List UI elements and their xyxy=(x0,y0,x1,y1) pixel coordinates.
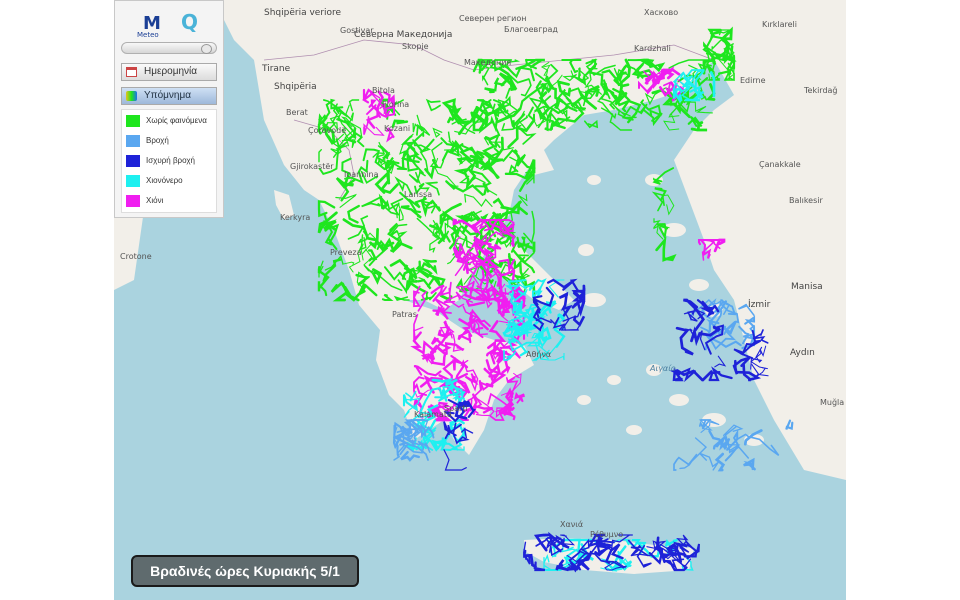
map-label: Kerkyra xyxy=(280,213,311,222)
road-rain xyxy=(724,429,740,462)
legend-icon xyxy=(126,91,137,101)
map-label: Çanakkale xyxy=(759,160,801,169)
date-button[interactable]: Ημερομηνία xyxy=(121,63,217,81)
road-no-phenomena xyxy=(651,191,665,212)
island-shape xyxy=(587,175,601,185)
map-caption: Βραδινές ώρες Κυριακής 5/1 xyxy=(131,555,359,587)
island-shape xyxy=(577,395,591,405)
map-label: Χανιά xyxy=(560,520,584,529)
road-rain xyxy=(400,450,420,462)
road-heavy-rain xyxy=(443,449,467,471)
partner-logo-icon: Q xyxy=(181,10,199,34)
island-shape xyxy=(689,279,709,291)
slider-thumb[interactable] xyxy=(201,44,212,54)
road-no-phenomena xyxy=(663,112,680,131)
meteo-logo: M Meteo Q xyxy=(121,5,217,39)
map-label: Gostivar xyxy=(340,26,374,35)
legend-item: Βροχή xyxy=(126,134,216,148)
map-label: Aydın xyxy=(790,348,815,358)
map-label: Muğla xyxy=(820,398,845,407)
legend-swatch xyxy=(126,195,140,207)
map-label: Македония xyxy=(464,58,512,67)
legend-button[interactable]: Υπόμνημα xyxy=(121,87,217,105)
road-no-phenomena xyxy=(655,236,677,262)
map-label: Sparti xyxy=(444,404,468,413)
road-rain xyxy=(699,452,719,471)
map-label: Shqipëria veriore xyxy=(264,8,342,18)
road-snow xyxy=(514,392,525,404)
legend-item: Χωρίς φαινόμενα xyxy=(126,114,216,128)
map-label: Florina xyxy=(382,100,410,109)
map-label: Bitola xyxy=(372,86,395,95)
legend-button-label: Υπόμνημα xyxy=(144,90,191,101)
legend-item: Χιόνι xyxy=(126,194,216,208)
island-shape xyxy=(607,375,621,385)
map-label: Северен регион xyxy=(459,14,527,23)
map-label: İzmir xyxy=(748,300,771,310)
calendar-icon xyxy=(126,67,137,77)
control-panel: M Meteo Q Ημερομηνία Υπόμνημα Χωρίς φαιν… xyxy=(114,0,224,218)
meteo-logo-text: Meteo xyxy=(137,31,159,39)
road-no-phenomena xyxy=(318,260,324,278)
road-rain xyxy=(743,457,756,471)
map-label: Благоевград xyxy=(504,25,558,34)
legend-label: Ισχυρή βροχή xyxy=(146,156,195,165)
legend-swatch xyxy=(126,155,140,167)
legend-swatch xyxy=(126,115,140,127)
legend-label: Χιονόνερο xyxy=(146,176,183,185)
map-label: Skopje xyxy=(402,42,429,51)
map-label: Preveza xyxy=(330,248,362,257)
legend-item: Χιονόνερο xyxy=(126,174,216,188)
map-label: Manisa xyxy=(791,282,823,292)
map-label: Edirne xyxy=(740,76,766,85)
map-label: Shqipëria xyxy=(274,82,317,92)
map-label: Balıkesir xyxy=(789,196,823,205)
map-label: Larissa xyxy=(404,190,433,199)
road-heavy-rain xyxy=(572,315,586,327)
legend-box: Χωρίς φαινόμενα Βροχή Ισχυρή βροχή Χιονό… xyxy=(121,109,217,213)
map-label: Tirane xyxy=(262,64,291,74)
road-heavy-rain xyxy=(582,287,586,305)
island-shape xyxy=(626,425,642,435)
legend-swatch xyxy=(126,175,140,187)
road-snow xyxy=(488,320,507,343)
road-rain xyxy=(714,452,726,472)
road-snow xyxy=(466,300,486,307)
map-label: Kozani xyxy=(384,124,411,133)
map-label: Gjirokastër xyxy=(290,162,334,171)
map-label: Kırklareli xyxy=(762,20,797,29)
island-shape xyxy=(582,293,606,307)
map-label: Çorovodë xyxy=(308,126,347,135)
map-label: Хасково xyxy=(644,8,679,17)
island-shape xyxy=(404,354,424,366)
road-no-phenomena xyxy=(686,101,713,114)
legend-swatch xyxy=(126,135,140,147)
time-slider[interactable] xyxy=(121,42,217,54)
map-label: Tekirdağ xyxy=(804,86,838,95)
map-label: Ioannina xyxy=(344,170,379,179)
legend-label: Βροχή xyxy=(146,136,169,145)
map-label: Crotone xyxy=(120,252,152,261)
legend-label: Χιόνι xyxy=(146,196,164,205)
road-rain xyxy=(679,437,708,470)
road-no-phenomena xyxy=(584,119,599,129)
map-label: Αιγαίο xyxy=(650,364,676,373)
map-label: Αθήνα xyxy=(526,350,552,359)
map-label: Kardzhali xyxy=(634,44,671,53)
island-shape xyxy=(669,394,689,406)
island-shape xyxy=(578,244,594,256)
road-heavy-rain xyxy=(714,355,727,368)
map-label: Patras xyxy=(392,310,417,319)
island-shape xyxy=(802,452,826,468)
date-button-label: Ημερομηνία xyxy=(144,66,198,77)
legend-label: Χωρίς φαινόμενα xyxy=(146,116,207,125)
legend-item: Ισχυρή βροχή xyxy=(126,154,216,168)
map-label: Ρέθυμνο xyxy=(590,530,624,539)
map-label: Berat xyxy=(286,108,308,117)
